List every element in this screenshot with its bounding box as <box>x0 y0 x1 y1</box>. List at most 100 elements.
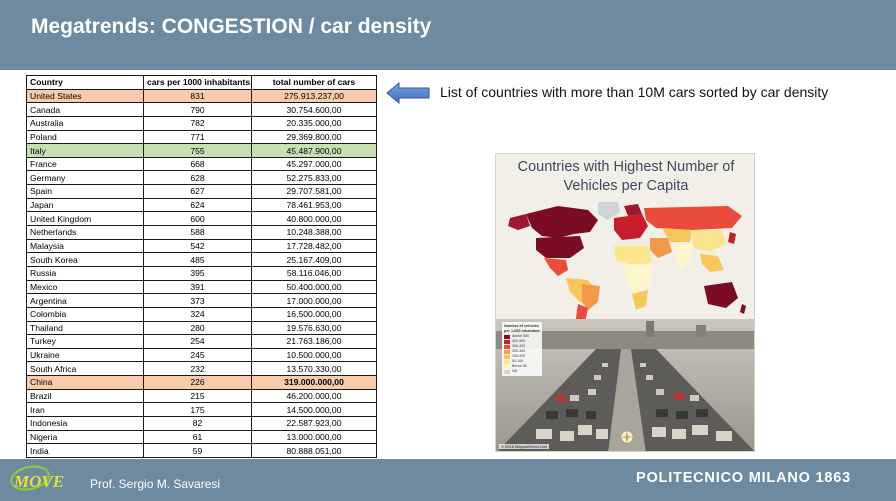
column-header-country: Country <box>26 75 144 90</box>
map-legend: Number of vehicles per 1,000 inhabitant … <box>502 322 542 376</box>
cell-country: Italy <box>26 143 144 158</box>
cell-country: Netherlands <box>26 225 144 240</box>
cell-country: France <box>26 156 144 172</box>
world-map <box>496 198 754 338</box>
table-row: Thailand 280 19.576.630,00 <box>26 320 377 336</box>
institution-name: POLITECNICO MILANO 1863 <box>636 470 851 486</box>
cell-density: 254 <box>143 334 252 349</box>
cell-total-cars: 13.000.000,00 <box>251 429 377 445</box>
vehicles-per-capita-poster: Countries with Highest Number of Vehicle… <box>495 153 755 452</box>
cell-country: Australia <box>26 115 144 131</box>
legend-swatch <box>504 354 510 359</box>
table-row: Colombia 324 16.500.000,00 <box>26 306 377 322</box>
legend-swatch <box>504 359 510 364</box>
cell-total-cars: 319.000.000,00 <box>251 375 377 390</box>
table-row: India 59 80.888.051,00 <box>26 443 377 458</box>
cell-density: 542 <box>143 238 252 254</box>
table-row: South Africa 232 13.570.330,00 <box>26 361 377 377</box>
legend-label: NA <box>512 369 517 373</box>
legend-swatch <box>504 334 510 339</box>
cell-density: 668 <box>143 156 252 172</box>
cell-density: 324 <box>143 306 252 322</box>
cell-total-cars: 46.200.000,00 <box>251 388 377 404</box>
cell-country: Spain <box>26 184 144 199</box>
svg-text:MOVE: MOVE <box>13 472 64 491</box>
legend-swatch <box>504 339 510 344</box>
legend-swatch <box>504 349 510 354</box>
cell-density: 831 <box>143 88 252 104</box>
cell-density: 59 <box>143 443 252 458</box>
legend-swatch <box>504 369 510 374</box>
cell-country: Russia <box>26 265 144 281</box>
cell-country: China <box>26 375 144 390</box>
table-row: United States 831 275.913.237,00 <box>26 88 377 104</box>
cell-country: India <box>26 443 144 458</box>
annotation-text: List of countries with more than 10M car… <box>440 84 829 100</box>
cell-total-cars: 29.369.800,00 <box>251 129 377 145</box>
table-row: Italy 755 45.487.900,00 <box>26 143 377 158</box>
cell-density: 755 <box>143 143 252 158</box>
legend-item: NA <box>504 369 540 374</box>
table-row: Indonesia 82 22.587.923,00 <box>26 416 377 431</box>
cell-total-cars: 50.400.000,00 <box>251 279 377 295</box>
cell-total-cars: 25.167.409,00 <box>251 252 377 267</box>
cell-country: Poland <box>26 129 144 145</box>
table-row: Ukraine 245 10.500.000,00 <box>26 347 377 363</box>
cell-density: 624 <box>143 197 252 213</box>
cell-density: 245 <box>143 347 252 363</box>
cell-country: Brazil <box>26 388 144 404</box>
cell-density: 82 <box>143 416 252 431</box>
poster-title-line-1: Countries with Highest Number of <box>517 159 735 175</box>
cell-total-cars: 52.275.833,00 <box>251 170 377 186</box>
column-header-density: cars per 1000 inhabitants <box>143 75 252 90</box>
table-row: France 668 45.297.000,00 <box>26 156 377 172</box>
cell-country: South Africa <box>26 361 144 377</box>
cell-density: 588 <box>143 225 252 240</box>
cell-total-cars: 275.913.237,00 <box>251 88 377 104</box>
cell-country: Canada <box>26 102 144 117</box>
cell-density: 215 <box>143 388 252 404</box>
cell-total-cars: 22.587.923,00 <box>251 416 377 431</box>
table-row: South Korea 485 25.167.409,00 <box>26 252 377 267</box>
cell-density: 628 <box>143 170 252 186</box>
cell-density: 226 <box>143 375 252 390</box>
table-row: Poland 771 29.369.800,00 <box>26 129 377 145</box>
cell-total-cars: 45.297.000,00 <box>251 156 377 172</box>
table-row: Turkey 254 21.763.186,00 <box>26 334 377 349</box>
cell-total-cars: 21.763.186,00 <box>251 334 377 349</box>
poster-title-line-2: Vehicles per Capita <box>563 178 689 194</box>
table-row: Iran 175 14.500.000,00 <box>26 402 377 418</box>
cell-total-cars: 29.707.581,00 <box>251 184 377 199</box>
table-row: Brazil 215 46.200.000,00 <box>26 388 377 404</box>
compass-rose-icon <box>620 430 634 444</box>
cell-density: 232 <box>143 361 252 377</box>
cell-country: Nigeria <box>26 429 144 445</box>
cell-density: 485 <box>143 252 252 267</box>
cell-total-cars: 20.335.000,00 <box>251 115 377 131</box>
legend-swatch <box>504 344 510 349</box>
cell-total-cars: 19.576.630,00 <box>251 320 377 336</box>
cell-total-cars: 16.500.000,00 <box>251 306 377 322</box>
table-row: Argentina 373 17.000.000,00 <box>26 293 377 308</box>
table-header-row: Country cars per 1000 inhabitants total … <box>26 75 377 90</box>
move-logo: MOVE <box>6 462 76 498</box>
table-row: Mexico 391 50.400.000,00 <box>26 279 377 295</box>
cell-total-cars: 13.570.330,00 <box>251 361 377 377</box>
table-row: United Kingdom 600 40.800.000,00 <box>26 211 377 227</box>
cell-country: United Kingdom <box>26 211 144 227</box>
cell-density: 391 <box>143 279 252 295</box>
header-bar: Megatrends: CONGESTION / car density <box>0 0 896 70</box>
cell-density: 61 <box>143 429 252 445</box>
cell-density: 782 <box>143 115 252 131</box>
table-row: Netherlands 588 10.248.388,00 <box>26 225 377 240</box>
cell-density: 175 <box>143 402 252 418</box>
cell-country: South Korea <box>26 252 144 267</box>
cell-country: United States <box>26 88 144 104</box>
author-name: Prof. Sergio M. Savaresi <box>90 477 221 491</box>
slide-title: Megatrends: CONGESTION / car density <box>31 15 432 38</box>
car-density-table-container: Country cars per 1000 inhabitants total … <box>26 75 377 458</box>
legend-swatch <box>504 364 510 369</box>
cell-total-cars: 45.487.900,00 <box>251 143 377 158</box>
table-row: Nigeria 61 13.000.000,00 <box>26 429 377 445</box>
cell-total-cars: 58.116.046,00 <box>251 265 377 281</box>
